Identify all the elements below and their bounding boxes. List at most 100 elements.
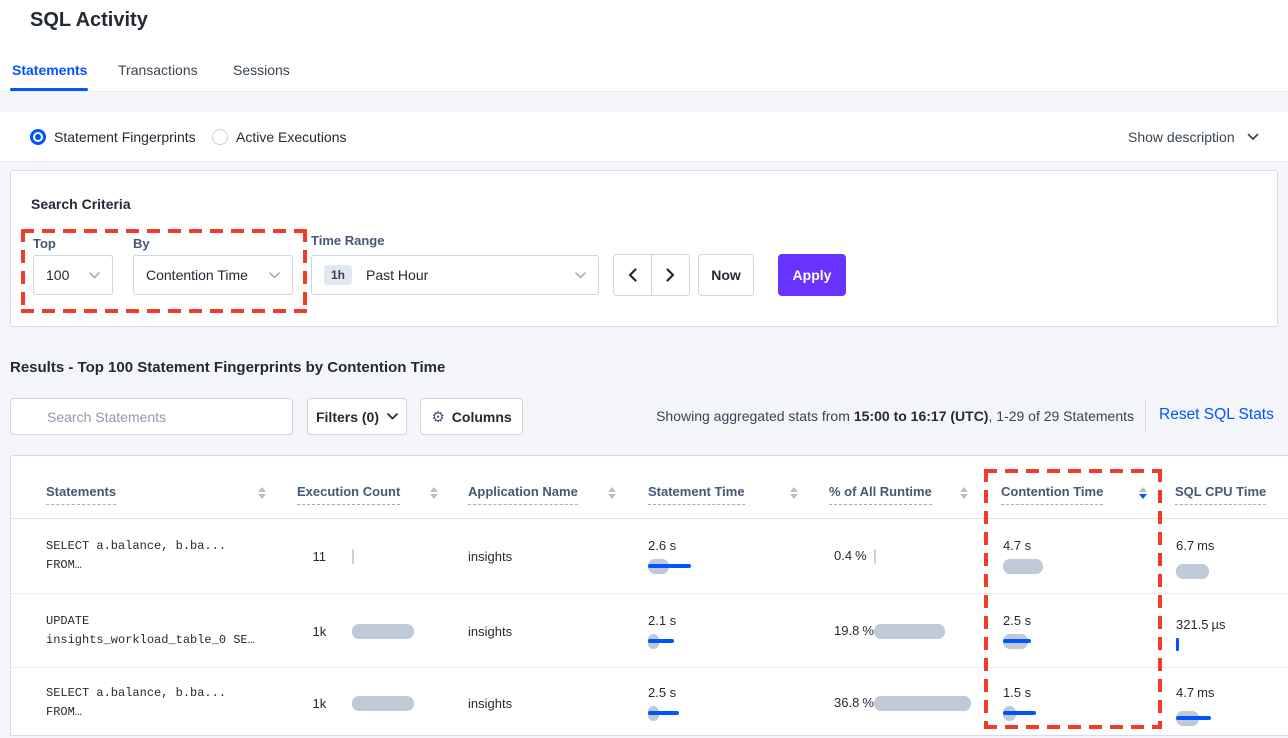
chevron-left-icon: [628, 268, 637, 282]
sort-icon[interactable]: [430, 487, 438, 499]
pct-runtime-bar: [874, 549, 964, 564]
statement-cell[interactable]: UPDATE insights_workload_table_0 SE…: [46, 594, 286, 668]
now-button[interactable]: Now: [698, 254, 754, 296]
pct-runtime-bar: [874, 624, 964, 639]
aggregated-stats-text: Showing aggregated stats from15:00 to 16…: [656, 408, 1134, 424]
chevron-down-icon: [1247, 133, 1259, 141]
tab-sessions[interactable]: Sessions: [233, 62, 290, 78]
sort-icon[interactable]: [258, 487, 266, 499]
columns-button[interactable]: ⚙ Columns: [420, 398, 523, 435]
top-label: Top: [33, 236, 56, 251]
time-step-button-group: [613, 254, 690, 296]
radio-selected-icon[interactable]: [30, 129, 46, 145]
next-time-button[interactable]: [651, 255, 689, 295]
by-select[interactable]: Contention Time: [133, 255, 293, 295]
contention-time-bar: [1003, 559, 1063, 574]
contention-time-cell: 4.7 s: [1003, 519, 1113, 593]
table-header-row: Statements Execution Count Application N…: [11, 456, 1288, 519]
sort-icon[interactable]: [790, 487, 798, 499]
tab-statements[interactable]: Statements: [12, 62, 87, 78]
chevron-down-icon: [269, 272, 280, 279]
column-header-contention-time[interactable]: Contention Time: [1001, 484, 1103, 505]
statement-time-cell: 2.5 s: [648, 668, 758, 738]
statement-time-cell: 2.6 s: [648, 519, 758, 593]
radio-unselected-icon[interactable]: [212, 129, 228, 145]
statement-cell[interactable]: SELECT a.balance, b.ba... FROM…: [46, 668, 286, 738]
apply-button[interactable]: Apply: [778, 254, 846, 296]
statement-time-bar: [648, 559, 708, 574]
sql-cpu-time-cell: 6.7ms: [1176, 519, 1276, 593]
results-heading: Results - Top 100 Statement Fingerprints…: [10, 359, 445, 376]
chevron-down-icon: [387, 413, 398, 420]
sort-icon-active-desc[interactable]: [1139, 487, 1147, 499]
page-title: SQL Activity: [30, 9, 148, 32]
sql-cpu-time-bar: [1176, 637, 1236, 650]
search-criteria-panel: Search Criteria Top 100 By Contention Ti…: [10, 170, 1278, 327]
top-select-value: 100: [46, 267, 69, 283]
execution-count-cell: 11: [297, 519, 437, 593]
search-criteria-title: Search Criteria: [31, 196, 131, 212]
application-name-cell: insights: [468, 594, 588, 668]
filters-button[interactable]: Filters (0): [307, 398, 407, 435]
pct-runtime-cell: 0.4%: [829, 519, 969, 593]
reset-sql-stats-link[interactable]: Reset SQL Stats: [1159, 406, 1274, 424]
time-range-value: Past Hour: [366, 267, 428, 283]
statement-time-cell: 2.1 s: [648, 594, 758, 668]
previous-time-button[interactable]: [614, 255, 651, 295]
radio-active-executions[interactable]: Active Executions: [212, 112, 347, 161]
application-name-cell: insights: [468, 519, 588, 593]
sort-icon[interactable]: [608, 487, 616, 499]
time-range-select[interactable]: 1h Past Hour: [311, 255, 599, 295]
execution-count-cell: 1k: [297, 668, 437, 738]
column-header-pct-runtime[interactable]: % of All Runtime: [829, 484, 932, 505]
statements-table: Statements Execution Count Application N…: [10, 455, 1288, 736]
radio-statement-fingerprints[interactable]: Statement Fingerprints: [30, 112, 196, 161]
topby-highlight-box-bottom: [21, 309, 307, 313]
radio-label: Active Executions: [236, 129, 347, 145]
by-label: By: [133, 236, 150, 251]
column-header-statement-time[interactable]: Statement Time: [648, 484, 745, 505]
tab-transactions[interactable]: Transactions: [118, 62, 198, 78]
radio-label: Statement Fingerprints: [54, 129, 196, 145]
stats-time-range: 15:00 to 16:17 (UTC): [854, 408, 989, 424]
chevron-right-icon: [666, 268, 675, 282]
statement-time-bar: [648, 634, 708, 649]
sql-cpu-time-bar: [1176, 564, 1236, 579]
pct-runtime-cell: 36.8%: [829, 668, 979, 738]
active-tab-underline: [10, 88, 88, 91]
execution-count-bar: [352, 624, 422, 639]
sql-cpu-time-bar: [1176, 711, 1236, 726]
column-header-statements[interactable]: Statements: [46, 484, 116, 505]
column-header-sql-cpu-time[interactable]: SQL CPU Time: [1175, 484, 1266, 505]
time-range-badge: 1h: [324, 265, 352, 285]
filters-button-label: Filters (0): [316, 409, 379, 425]
view-mode-bar: Statement Fingerprints Active Executions…: [0, 112, 1288, 162]
execution-count-cell: 1k: [297, 594, 437, 668]
sort-icon[interactable]: [960, 487, 968, 499]
columns-button-label: Columns: [452, 409, 512, 425]
column-header-application-name[interactable]: Application Name: [468, 484, 578, 505]
statement-cell[interactable]: SELECT a.balance, b.ba... FROM…: [46, 519, 286, 593]
pct-runtime-bar: [874, 696, 974, 711]
time-range-label: Time Range: [311, 233, 384, 248]
sql-cpu-time-cell: 4.7ms: [1176, 668, 1276, 738]
search-statements-input[interactable]: [10, 398, 293, 435]
table-row[interactable]: SELECT a.balance, b.ba... FROM… 11 insig…: [11, 519, 1288, 593]
topby-highlight-box-top: [21, 229, 307, 233]
top-select[interactable]: 100: [33, 255, 113, 295]
contention-time-cell: 1.5 s: [1003, 668, 1113, 738]
topby-highlight-box-left: [21, 229, 25, 313]
stats-prefix: Showing aggregated stats from: [656, 408, 850, 424]
contention-time-cell: 2.5 s: [1003, 594, 1113, 668]
execution-count-bar: [352, 696, 422, 711]
show-description-label: Show description: [1128, 129, 1235, 145]
chevron-down-icon: [89, 272, 100, 279]
show-description-toggle[interactable]: Show description: [1128, 112, 1259, 161]
topby-highlight-box-right: [303, 229, 307, 313]
column-header-execution-count[interactable]: Execution Count: [297, 484, 400, 505]
divider: [1145, 400, 1146, 433]
table-row[interactable]: SELECT a.balance, b.ba... FROM… 1k insig…: [11, 667, 1288, 738]
table-row[interactable]: UPDATE insights_workload_table_0 SE… 1k …: [11, 593, 1288, 668]
gear-icon: ⚙: [431, 408, 444, 426]
statement-time-bar: [648, 706, 708, 721]
